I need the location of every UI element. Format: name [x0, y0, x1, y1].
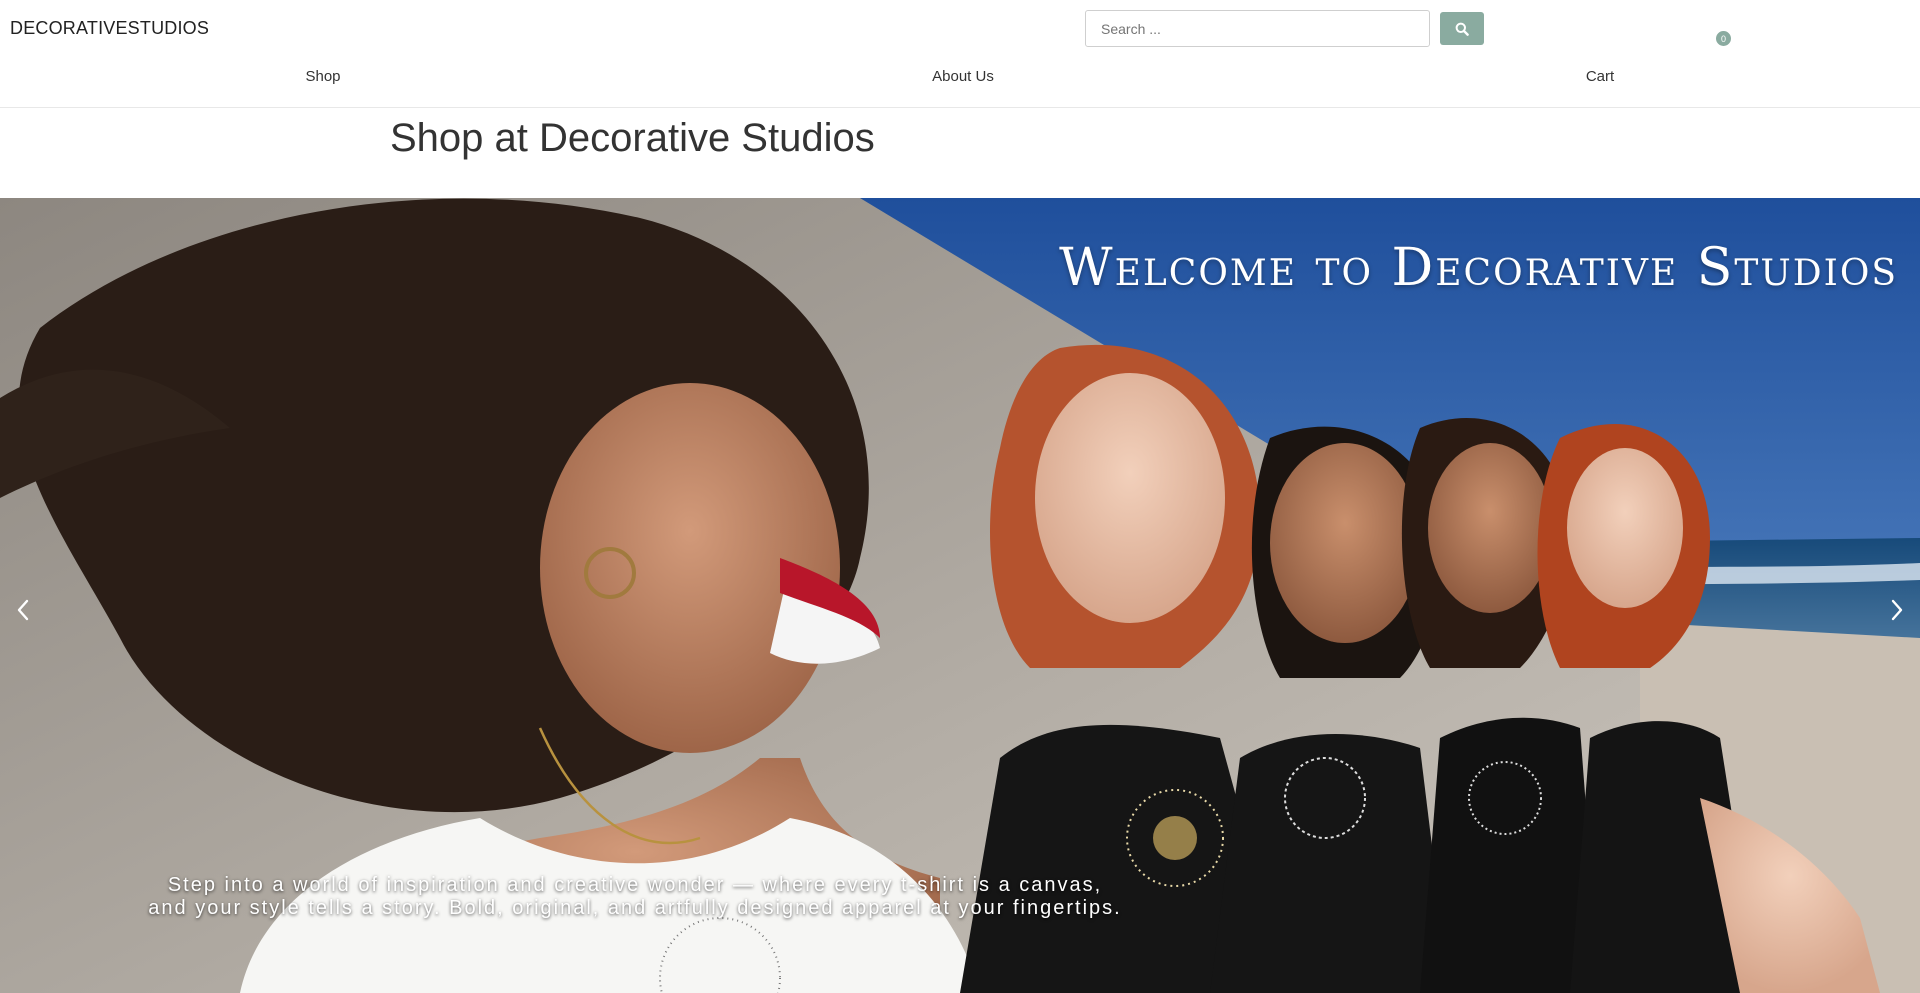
slider-prev-button[interactable] [8, 595, 38, 625]
search-input[interactable] [1085, 10, 1430, 47]
search-icon [1455, 22, 1469, 36]
hero-caption: Step into a world of inspiration and cre… [0, 874, 1270, 920]
hero-caption-line-1: Step into a world of inspiration and cre… [167, 874, 1103, 896]
nav-item-shop[interactable]: Shop [305, 68, 340, 85]
nav-item-cart[interactable]: Cart [1586, 68, 1614, 85]
chevron-left-icon [17, 599, 29, 621]
main-nav: Shop About Us Cart [0, 64, 1920, 92]
search-button[interactable] [1440, 12, 1484, 45]
brand-logo-link[interactable]: DECORATIVESTUDIOS [10, 18, 209, 39]
hero-caption-line-2: and your style tells a story. Bold, orig… [148, 897, 1122, 919]
cart-count-badge[interactable]: 0 [1716, 31, 1731, 46]
page-title: Shop at Decorative Studios [390, 116, 875, 160]
slider-next-button[interactable] [1882, 595, 1912, 625]
nav-item-about-us[interactable]: About Us [932, 68, 994, 85]
chevron-right-icon [1891, 599, 1903, 621]
site-header: DECORATIVESTUDIOS 0 Shop About Us Cart [0, 0, 1920, 108]
hero-title: Welcome to Decorative Studios [1059, 238, 1898, 298]
hero-slider: Welcome to Decorative Studios Step into … [0, 198, 1920, 993]
